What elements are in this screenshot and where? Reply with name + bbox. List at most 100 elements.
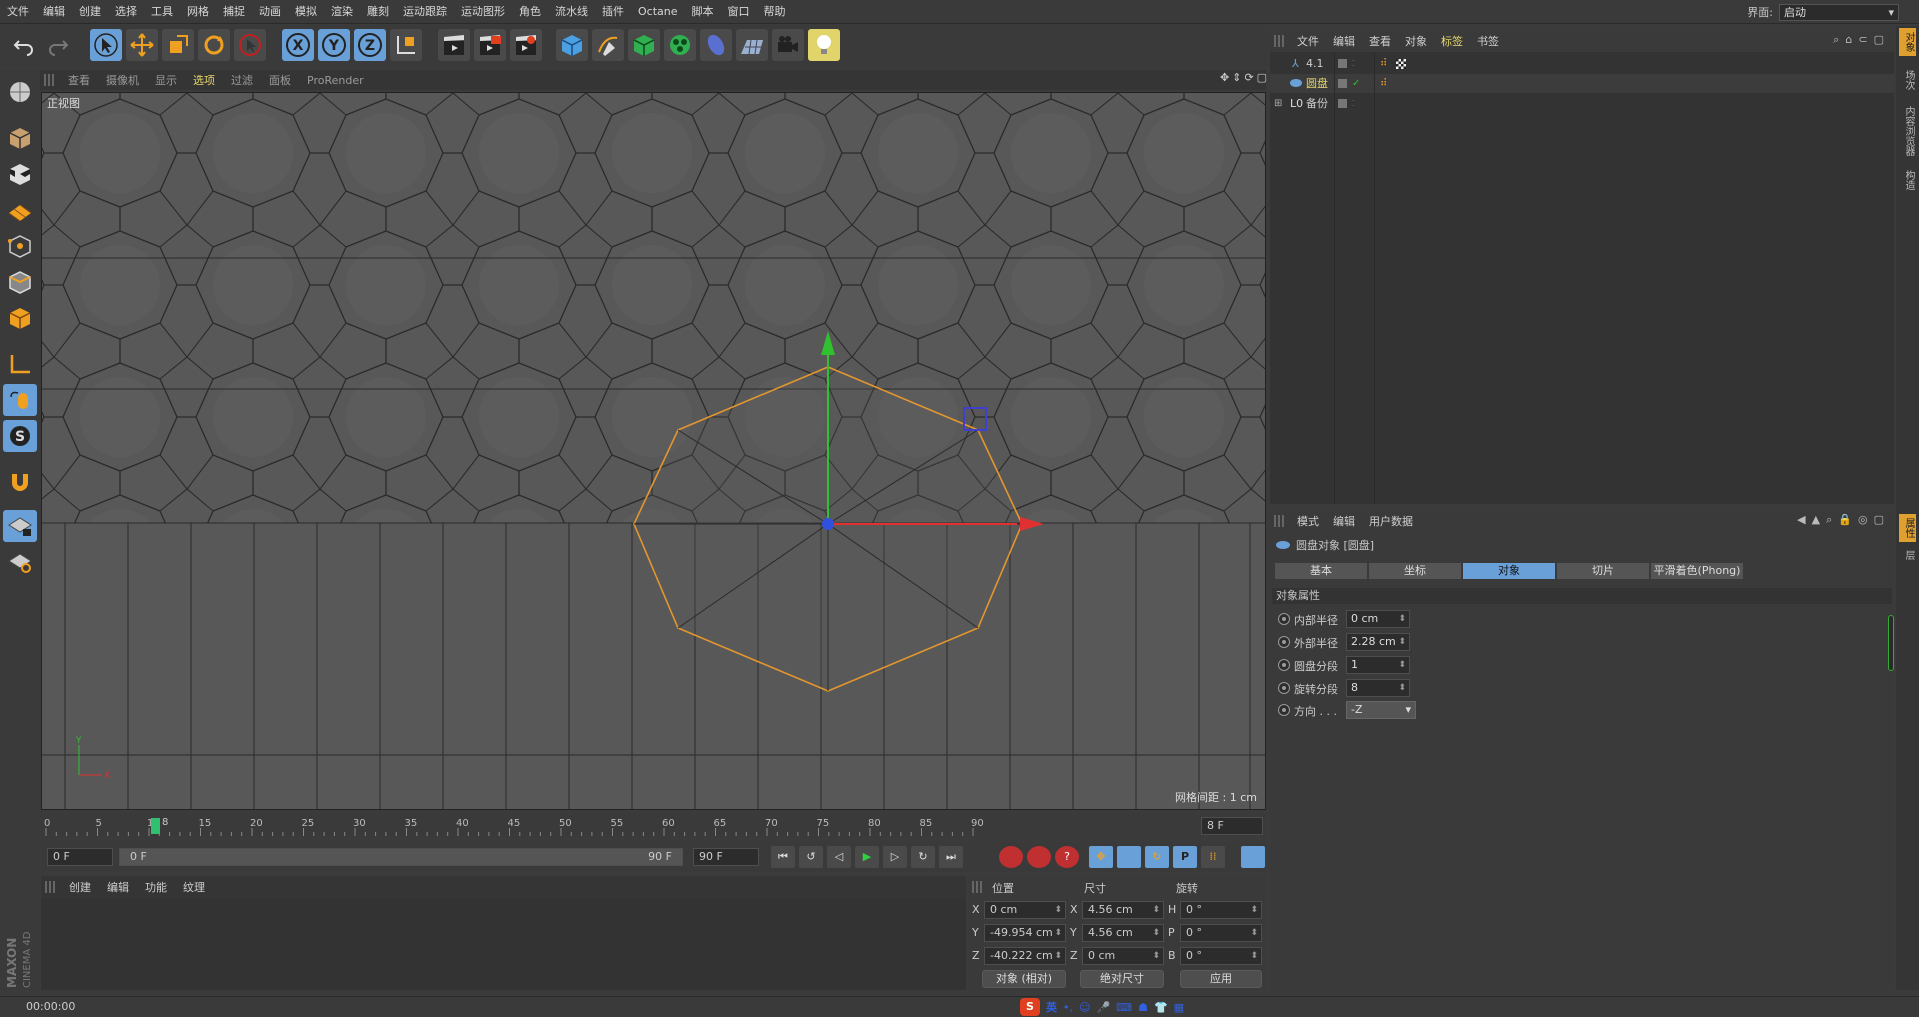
disc-segments-field[interactable]: 1 xyxy=(1346,656,1410,674)
timeline-playhead[interactable] xyxy=(151,818,160,834)
frame-range-slider[interactable]: 0 F 90 F xyxy=(119,848,683,866)
workplane-button[interactable] xyxy=(3,194,37,226)
om-menu-item-3[interactable]: 对象 xyxy=(1398,33,1434,49)
am-menu-item-0[interactable]: 模式 xyxy=(1290,513,1326,529)
ime-punct-icon[interactable]: •, xyxy=(1063,1001,1073,1014)
rotate-button[interactable] xyxy=(198,29,230,61)
y-axis-button[interactable]: Y xyxy=(318,29,350,61)
undo-button[interactable] xyxy=(8,29,40,61)
om-menu-item-0[interactable]: 文件 xyxy=(1290,33,1326,49)
goto-end-icon[interactable]: ⏭ xyxy=(939,846,963,868)
key-param-icon[interactable]: P xyxy=(1173,846,1197,868)
tab-phong[interactable]: 平滑着色(Phong) xyxy=(1650,562,1744,580)
lock-icon[interactable]: 🔒 xyxy=(1838,513,1852,527)
back-arrow-icon[interactable]: ◀ xyxy=(1797,513,1805,527)
texture-mode-button[interactable] xyxy=(3,158,37,190)
record-icon[interactable] xyxy=(999,846,1023,868)
key-scale-icon[interactable] xyxy=(1117,846,1141,868)
menu-item-10[interactable]: 雕刻 xyxy=(360,0,396,24)
outer-radius-field[interactable]: 2.28 cm xyxy=(1346,633,1410,651)
menu-item-12[interactable]: 运动图形 xyxy=(454,0,512,24)
menu-item-2[interactable]: 创建 xyxy=(72,0,108,24)
size-mode-select[interactable]: 绝对尺寸 xyxy=(1080,970,1164,988)
layout-select[interactable]: 启动 xyxy=(1779,3,1899,21)
pos-z-field[interactable]: -40.222 cm xyxy=(984,947,1066,965)
key-rotation-icon[interactable]: ↻ xyxy=(1145,846,1169,868)
prev-frame-icon[interactable]: ◁ xyxy=(827,846,851,868)
key-position-icon[interactable]: ✥ xyxy=(1089,846,1113,868)
current-frame-field[interactable]: 8 F xyxy=(1201,817,1263,835)
menu-item-15[interactable]: 插件 xyxy=(595,0,631,24)
ime-skin-icon[interactable]: 👕 xyxy=(1154,1001,1168,1014)
anim-radio[interactable] xyxy=(1278,613,1290,625)
material-menu-item-2[interactable]: 功能 xyxy=(137,879,175,895)
menu-item-17[interactable]: 脚本 xyxy=(685,0,721,24)
lock-workplane-button[interactable] xyxy=(3,510,37,542)
coordinate-system-button[interactable] xyxy=(390,29,422,61)
search-icon[interactable]: ⌕ xyxy=(1826,513,1832,527)
orientation-select[interactable]: -Z xyxy=(1346,701,1416,719)
om-menu-item-5[interactable]: 书签 xyxy=(1470,33,1506,49)
object-row-backup[interactable]: ⊞ L0 备份 ⁚ xyxy=(1270,94,1894,113)
next-key-icon[interactable]: ↻ xyxy=(911,846,935,868)
viewport-menu-item-6[interactable]: ProRender xyxy=(299,74,372,87)
timeline-mode-icon[interactable] xyxy=(1241,846,1265,868)
rotation-segments-field[interactable]: 8 xyxy=(1346,679,1410,697)
object-name[interactable]: 备份 xyxy=(1306,94,1328,113)
menu-item-19[interactable]: 帮助 xyxy=(757,0,793,24)
key-pla-icon[interactable]: ⁞⁞ xyxy=(1201,846,1225,868)
make-editable-button[interactable] xyxy=(3,76,37,108)
om-menu-item-1[interactable]: 编辑 xyxy=(1326,33,1362,49)
enabled-check-icon[interactable]: ✓ xyxy=(1352,74,1360,93)
menu-item-11[interactable]: 运动跟踪 xyxy=(396,0,454,24)
material-area[interactable] xyxy=(41,898,966,990)
layer-icon[interactable] xyxy=(1338,99,1347,108)
menu-item-4[interactable]: 工具 xyxy=(144,0,180,24)
pen-spline-button[interactable] xyxy=(592,29,624,61)
tweak-mode-button[interactable] xyxy=(3,384,37,416)
coord-mode-select[interactable]: 对象 (相对) xyxy=(982,970,1066,988)
new-window-icon[interactable]: ▢ xyxy=(1874,33,1884,47)
model-mode-button[interactable] xyxy=(3,122,37,154)
rot-p-field[interactable]: 0 ° xyxy=(1180,924,1262,942)
prev-key-icon[interactable]: ↺ xyxy=(799,846,823,868)
ime-keyboard-icon[interactable]: ⌨ xyxy=(1116,1001,1132,1014)
ime-user-icon[interactable]: ☗ xyxy=(1138,1001,1148,1014)
tab-coord[interactable]: 坐标 xyxy=(1368,562,1462,580)
size-z-field[interactable]: 0 cm xyxy=(1082,947,1164,965)
next-frame-icon[interactable]: ▷ xyxy=(883,846,907,868)
home-icon[interactable]: ⌂ xyxy=(1845,33,1852,47)
side-tab-attributes[interactable]: 属性 xyxy=(1899,514,1916,542)
layer-icon[interactable] xyxy=(1338,59,1347,68)
end-frame-field[interactable]: 90 F xyxy=(693,848,759,866)
maximize-icon[interactable]: ▢ xyxy=(1257,71,1267,84)
magnet-button[interactable] xyxy=(3,466,37,498)
up-arrow-icon[interactable]: ▲ xyxy=(1812,513,1820,527)
menu-item-7[interactable]: 动画 xyxy=(252,0,288,24)
ime-toolbox-icon[interactable]: ▦ xyxy=(1174,1001,1184,1014)
material-menu-item-1[interactable]: 编辑 xyxy=(99,879,137,895)
menu-item-14[interactable]: 流水线 xyxy=(548,0,595,24)
object-row-4-1[interactable]: ⅄ 4.1 ⁚ ⠾ xyxy=(1270,54,1894,73)
auto-key-icon[interactable] xyxy=(1027,846,1051,868)
axis-mode-button[interactable] xyxy=(3,348,37,380)
ime-emoji-icon[interactable]: ☺ xyxy=(1079,1001,1090,1014)
redo-button[interactable] xyxy=(42,29,74,61)
anim-radio[interactable] xyxy=(1278,704,1290,716)
render-view-button[interactable] xyxy=(438,29,470,61)
layer-icon[interactable] xyxy=(1338,79,1347,88)
floor-button[interactable] xyxy=(736,29,768,61)
viewport-menu-item-3[interactable]: 选项 xyxy=(185,72,223,88)
texture-tag-icon[interactable] xyxy=(1396,59,1406,69)
snap-button[interactable]: S xyxy=(3,420,37,452)
tab-slice[interactable]: 切片 xyxy=(1556,562,1650,580)
side-tab-layers[interactable]: 层 xyxy=(1899,546,1916,564)
x-axis-button[interactable]: X xyxy=(282,29,314,61)
play-icon[interactable]: ▶ xyxy=(855,846,879,868)
object-row-disc[interactable]: 圆盘 ✓ ⠾ xyxy=(1270,74,1894,93)
target-icon[interactable]: ◎ xyxy=(1858,513,1868,527)
pos-y-field[interactable]: -49.954 cm xyxy=(984,924,1066,942)
inner-radius-field[interactable]: 0 cm xyxy=(1346,610,1410,628)
viewport-front[interactable]: Y X 正视图 网格间距 : 1 cm xyxy=(41,92,1266,810)
menu-item-9[interactable]: 渲染 xyxy=(324,0,360,24)
